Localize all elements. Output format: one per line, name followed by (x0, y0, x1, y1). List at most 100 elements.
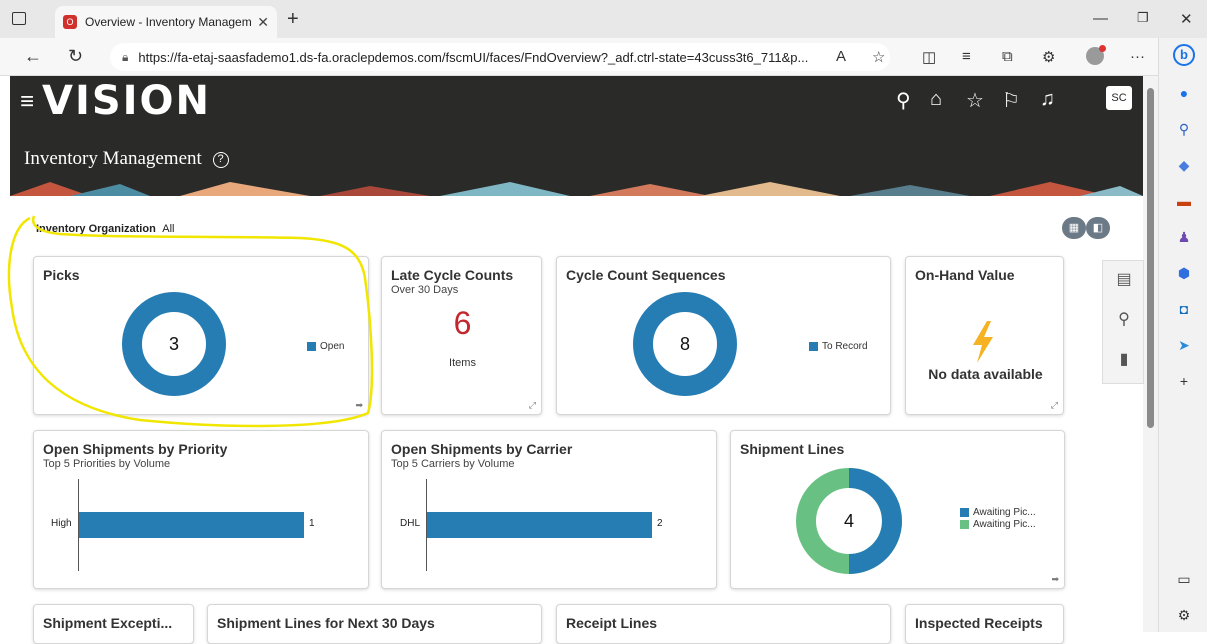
decorative-banner (10, 182, 1143, 196)
add-icon[interactable]: + (1175, 372, 1193, 390)
legend-swatch (809, 342, 818, 351)
settings-icon[interactable]: ⚙ (1175, 606, 1193, 624)
bar-value-label: 1 (309, 518, 315, 529)
tools-icon[interactable]: ▬ (1175, 192, 1193, 210)
inventory-org-filter[interactable]: Inventory Organization All (36, 223, 174, 235)
on-hand-value-card[interactable]: On-Hand Value No data available ⤢ (905, 256, 1064, 415)
shipment-lines-card[interactable]: Shipment Lines 4 Awaiting Pic... Awaitin… (730, 430, 1065, 589)
tab-title: Overview - Inventory Manageme (85, 15, 252, 29)
sidebar-layout-icon[interactable]: ▭ (1175, 570, 1193, 588)
window-close-icon[interactable]: ✕ (1180, 10, 1193, 28)
split-screen-icon[interactable]: ◫ (922, 48, 936, 66)
oracle-favicon-icon: O (63, 15, 77, 29)
new-tab-icon[interactable]: + (287, 8, 299, 31)
outlook-icon[interactable]: ◘ (1175, 300, 1193, 318)
card-title: Shipment Excepti... (43, 615, 173, 631)
edge-sidebar: b ● ⚲ ◆ ▬ ♟ ⬢ ◘ ➤ + ▭ ⚙ (1158, 38, 1207, 632)
chart-legend: To Record (809, 341, 868, 352)
card-subtitle: Over 30 Days (391, 284, 459, 296)
url-text: https://fa-etaj-saasfademo1.ds-fa.oracle… (138, 49, 809, 65)
card-subtitle: Top 5 Carriers by Volume (391, 458, 515, 470)
office-icon[interactable]: ⬢ (1175, 264, 1193, 282)
minimize-icon[interactable]: — (1093, 10, 1108, 27)
chart-legend-item-2: Awaiting Pic... (960, 519, 1036, 530)
help-icon[interactable]: ? (212, 152, 229, 168)
bar-category-label: High (51, 518, 72, 529)
search-icon[interactable]: ⚲ (896, 88, 911, 113)
chart-legend-item-1: Awaiting Pic... (960, 507, 1036, 518)
shopping-icon[interactable]: ◆ (1175, 156, 1193, 174)
lightning-icon (973, 321, 993, 363)
legend-label: Awaiting Pic... (973, 519, 1036, 530)
late-cycle-counts-card[interactable]: Late Cycle Counts Over 30 Days 6 Items ⤢ (381, 256, 542, 415)
receipt-lines-card[interactable]: Receipt Lines (556, 604, 891, 644)
side-tools-panel: ▤ ⚲ ▮ (1102, 260, 1144, 384)
magnify-icon[interactable]: ⚲ (1115, 309, 1133, 331)
home-icon[interactable]: ⌂ (930, 88, 942, 111)
navigate-icon[interactable]: ➡ (1051, 574, 1059, 585)
card-title: Cycle Count Sequences (566, 267, 726, 283)
shipment-exceptions-card[interactable]: Shipment Excepti... (33, 604, 194, 644)
page-title: Inventory Management ? (24, 148, 229, 170)
bar-dhl[interactable] (427, 512, 652, 538)
filter-label: Inventory Organization (36, 223, 156, 235)
browser-tab[interactable]: O Overview - Inventory Manageme ✕ (55, 6, 277, 38)
card-title: Open Shipments by Priority (43, 441, 228, 457)
games-icon[interactable]: ♟ (1175, 228, 1193, 246)
more-icon[interactable]: ··· (1130, 48, 1145, 65)
menu-icon[interactable]: ≡ (20, 88, 34, 116)
scrollbar-thumb[interactable] (1147, 88, 1154, 428)
refresh-icon[interactable]: ↻ (68, 46, 83, 67)
page-title-text: Inventory Management (24, 148, 202, 169)
browser-address-bar: ← ↻ 🔒︎ https://fa-etaj-saasfademo1.ds-fa… (0, 38, 1207, 76)
no-data-message: No data available (928, 366, 1043, 382)
bar-category-label: DHL (400, 518, 421, 529)
inspected-receipts-card[interactable]: Inspected Receipts (905, 604, 1064, 644)
notification-icon[interactable]: ● (1175, 84, 1193, 102)
detail-icon[interactable]: ▤ (1115, 269, 1133, 291)
legend-label: Open (320, 341, 345, 352)
legend-swatch (960, 508, 969, 517)
open-shipments-carrier-card[interactable]: Open Shipments by Carrier Top 5 Carriers… (381, 430, 717, 589)
card-title: Receipt Lines (566, 615, 658, 631)
card-title: On-Hand Value (915, 267, 1015, 283)
bell-icon[interactable]: ♫ (1040, 88, 1055, 111)
legend-swatch (960, 520, 969, 529)
bar-chart-icon[interactable]: ▮ (1115, 349, 1133, 371)
send-icon[interactable]: ➤ (1175, 336, 1193, 354)
flag-icon[interactable]: ⚐ (1002, 88, 1020, 113)
cycle-count-sequences-card[interactable]: Cycle Count Sequences 8 To Record (556, 256, 891, 415)
profile-avatar-icon[interactable] (1086, 45, 1106, 65)
picks-card[interactable]: Picks 3 Open ➡ (33, 256, 369, 415)
restore-icon[interactable]: ❐ (1137, 10, 1149, 26)
card-subtitle: Top 5 Priorities by Volume (43, 458, 171, 470)
bing-icon[interactable]: b (1173, 44, 1195, 66)
user-avatar[interactable]: SC (1106, 86, 1132, 110)
layout-toggle-icon[interactable]: ▦ (1062, 217, 1086, 239)
late-count-unit: Items (449, 357, 476, 369)
personalize-icon[interactable]: ◧ (1086, 217, 1110, 239)
open-shipments-priority-card[interactable]: Open Shipments by Priority Top 5 Priorit… (33, 430, 369, 589)
read-aloud-icon[interactable]: A (836, 48, 846, 65)
sidebar-search-icon[interactable]: ⚲ (1175, 120, 1193, 138)
card-title: Late Cycle Counts (391, 267, 514, 283)
shipment-lines-next-30-card[interactable]: Shipment Lines for Next 30 Days (207, 604, 542, 644)
card-title: Picks (43, 267, 80, 283)
bar-high[interactable] (79, 512, 304, 538)
favorite-icon[interactable]: ☆ (872, 48, 885, 66)
filter-value[interactable]: All (162, 223, 174, 235)
star-icon[interactable]: ☆ (966, 88, 984, 113)
expand-icon[interactable]: ⤢ (529, 400, 536, 411)
navigate-icon[interactable]: ➡ (355, 400, 363, 411)
extensions-icon[interactable]: ⚙ (1042, 48, 1055, 66)
workspaces-icon[interactable] (12, 12, 26, 25)
lock-icon: 🔒︎ (122, 49, 129, 64)
vision-logo[interactable]: VISION (42, 78, 211, 124)
favorites-list-icon[interactable]: ≡ (962, 48, 971, 65)
expand-icon[interactable]: ⤢ (1051, 400, 1058, 411)
back-icon[interactable]: ← (24, 46, 42, 67)
tab-close-icon[interactable]: ✕ (257, 14, 269, 31)
collections-icon[interactable]: ⧉ (1002, 48, 1013, 65)
url-field[interactable]: 🔒︎ https://fa-etaj-saasfademo1.ds-fa.ora… (110, 43, 890, 71)
late-count-value[interactable]: 6 (382, 305, 543, 342)
